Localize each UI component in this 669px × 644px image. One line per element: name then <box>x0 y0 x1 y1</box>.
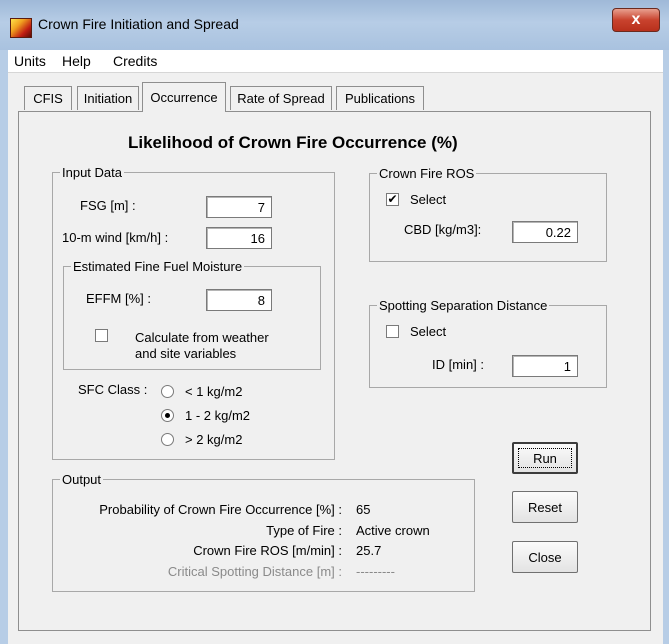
tab-cfis[interactable]: CFIS <box>24 86 72 110</box>
app-fire-icon <box>10 18 32 38</box>
menu-bar <box>8 50 663 73</box>
output-legend: Output <box>60 472 104 487</box>
window-frame-left <box>0 50 8 644</box>
cbd-label: CBD [kg/m3]: <box>404 222 482 237</box>
spotting-select-label: Select <box>410 324 447 339</box>
wind-input[interactable]: 16 <box>206 227 272 249</box>
reset-button[interactable]: Reset <box>512 491 578 523</box>
checkmark-icon: ✔ <box>387 192 398 206</box>
spotting-select-checkbox[interactable] <box>386 325 399 338</box>
close-window-button[interactable]: x <box>612 8 660 32</box>
crown-fire-ros-group <box>369 173 607 262</box>
fsg-label: FSG [m] : <box>80 198 136 213</box>
calculate-checkbox[interactable] <box>95 329 108 342</box>
page-heading: Likelihood of Crown Fire Occurrence (%) <box>128 133 458 152</box>
output-probability-value: 65 <box>356 502 371 517</box>
window-frame-right <box>663 50 669 644</box>
sfc-option-1to2: 1 - 2 kg/m2 <box>185 408 251 423</box>
sfc-option-gt2: > 2 kg/m2 <box>185 432 243 447</box>
effm-label: EFFM [%] : <box>86 291 151 306</box>
menu-help[interactable]: Help <box>62 53 91 69</box>
sfc-option-lt1: < 1 kg/m2 <box>185 384 243 399</box>
sfc-radio-1to2[interactable] <box>161 409 174 422</box>
close-icon: x <box>631 11 641 28</box>
effm-input[interactable]: 8 <box>206 289 272 311</box>
effm-legend: Estimated Fine Fuel Moisture <box>71 259 245 274</box>
wind-label: 10-m wind [km/h] : <box>62 230 169 245</box>
sfc-class-label: SFC Class : <box>78 382 148 397</box>
menu-credits[interactable]: Credits <box>113 53 157 69</box>
run-button[interactable]: Run <box>512 442 578 474</box>
cbd-input[interactable]: 0.22 <box>512 221 578 243</box>
output-spotting-value: --------- <box>356 564 395 579</box>
id-label: ID [min] : <box>432 357 485 372</box>
output-spotting-label: Critical Spotting Distance [m] : <box>167 564 342 579</box>
spotting-legend: Spotting Separation Distance <box>377 298 550 313</box>
output-ros-value: 25.7 <box>356 543 382 558</box>
sfc-radio-lt1[interactable] <box>161 385 174 398</box>
sfc-radio-gt2[interactable] <box>161 433 174 446</box>
ros-select-checkbox[interactable]: ✔ <box>386 193 399 206</box>
id-input[interactable]: 1 <box>512 355 578 377</box>
tab-rate-of-spread[interactable]: Rate of Spread <box>230 86 332 110</box>
tab-occurrence[interactable]: Occurrence <box>142 82 226 112</box>
tab-publications[interactable]: Publications <box>336 86 424 110</box>
output-type-label: Type of Fire : <box>266 523 342 538</box>
output-type-value: Active crown <box>356 523 430 538</box>
output-probability-label: Probability of Crown Fire Occurrence [%]… <box>99 502 342 517</box>
fsg-input[interactable]: 7 <box>206 196 272 218</box>
menu-units[interactable]: Units <box>14 53 46 69</box>
calculate-label-line1: Calculate from weather <box>135 330 269 345</box>
crown-fire-ros-legend: Crown Fire ROS <box>377 166 477 181</box>
tab-initiation[interactable]: Initiation <box>77 86 139 110</box>
window-title: Crown Fire Initiation and Spread <box>38 16 239 32</box>
ros-select-label: Select <box>410 192 447 207</box>
close-button[interactable]: Close <box>512 541 578 573</box>
output-ros-label: Crown Fire ROS [m/min] : <box>193 543 342 558</box>
input-data-legend: Input Data <box>60 165 124 180</box>
calculate-label-line2: and site variables <box>135 346 237 361</box>
